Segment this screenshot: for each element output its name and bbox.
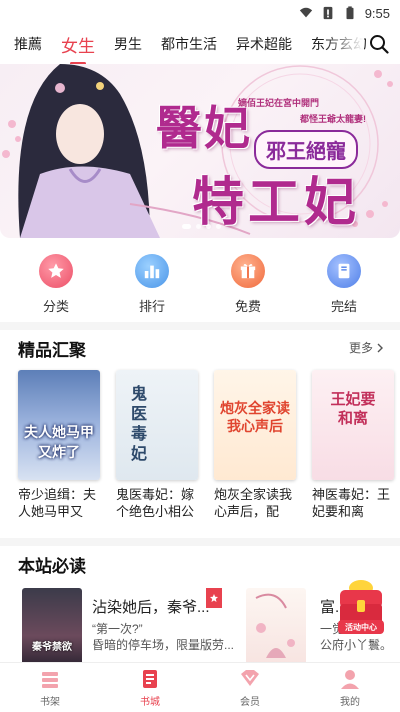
book-cover: 秦爷禁欲 — [22, 588, 82, 668]
pagination-dot[interactable] — [196, 224, 201, 229]
nav-label: 书架 — [40, 696, 60, 708]
pagination-dot[interactable] — [182, 224, 191, 229]
promo-banner[interactable]: 嫡佰王妃在宮中開門 都怪王爺太龍妻! 醫妃 邪王絕寵 特工妃 — [0, 64, 400, 238]
tab-supernatural[interactable]: 异术超能 — [236, 34, 292, 54]
bookshelf-icon — [42, 671, 58, 688]
must-read-item[interactable]: 秦爷禁欲 沾染她后，秦爷... “第一次?” 昏暗的停车场，限量版劳... — [18, 588, 234, 668]
nav-bookstore[interactable]: 书城 — [110, 668, 190, 708]
nav-label: 书城 — [140, 696, 160, 708]
book-item[interactable]: 鬼医毒妃 鬼医毒妃：嫁个绝色小相公 — [116, 370, 198, 520]
featured-book-list: 夫人她马甲又炸了 帝少追缉：夫人她马甲又炸... 鬼医毒妃 鬼医毒妃：嫁个绝色小… — [18, 370, 394, 520]
battery-icon — [346, 6, 354, 20]
cover-illustration — [255, 593, 295, 658]
book-excerpt-line2: 昏暗的停车场，限量版劳... — [92, 638, 235, 652]
nav-label: 我的 — [340, 696, 360, 708]
book-cover — [246, 588, 306, 668]
book-title: 神医毒妃：王妃要和离 — [312, 487, 391, 519]
book-excerpt-line2: 公府小丫鬟。 — [320, 638, 393, 652]
pagination-dot[interactable] — [206, 224, 211, 229]
section-divider — [0, 538, 400, 546]
wifi-icon — [299, 7, 312, 18]
chevron-right-icon — [377, 343, 383, 352]
search-button[interactable] — [368, 33, 390, 55]
book-title: 鬼医毒妃：嫁个绝色小相公 — [116, 487, 195, 519]
book-item[interactable]: 夫人她马甲又炸了 帝少追缉：夫人她马甲又炸... — [18, 370, 100, 520]
book-item[interactable]: 炮灰全家读我心声后 炮灰全家读我心声后，配角... — [214, 370, 296, 520]
quick-entry-label: 分类 — [42, 299, 69, 314]
tabs-fade — [324, 26, 364, 62]
bookstore-icon — [143, 669, 157, 688]
book-cover: 鬼医毒妃 — [116, 370, 198, 480]
section-divider — [0, 322, 400, 330]
quick-entry-ranking[interactable]: 排行 — [112, 254, 192, 315]
cover-title: 秦爷禁欲 — [32, 642, 72, 653]
book-icon — [327, 254, 361, 288]
tab-male[interactable]: 男生 — [114, 34, 142, 54]
pagination-dot[interactable] — [216, 224, 221, 229]
book-title: 炮灰全家读我心声后，配角... — [214, 487, 293, 519]
quick-entry-category[interactable]: 分类 — [16, 254, 96, 315]
bookmark-icon — [210, 594, 218, 602]
quick-entry-label: 完结 — [330, 299, 357, 314]
book-title: 沾染她后，秦爷... — [92, 599, 210, 616]
tab-urban[interactable]: 都市生活 — [161, 34, 217, 54]
cover-title: 鬼医毒妃 — [130, 384, 147, 463]
nav-vip[interactable]: 会员 — [210, 668, 290, 708]
book-cover: 王妃要和离 — [312, 370, 394, 480]
book-item[interactable]: 王妃要和离 神医毒妃：王妃要和离 — [312, 370, 394, 520]
must-read-section-title: 本站必读 — [18, 557, 86, 576]
tab-female[interactable]: 女生 — [61, 32, 95, 57]
vip-icon — [241, 669, 259, 686]
more-link[interactable]: 更多 — [349, 339, 384, 356]
book-excerpt-line1: “第一次?” — [92, 622, 143, 636]
activity-center-button[interactable]: 活动中心 — [334, 578, 388, 638]
tab-recommend[interactable]: 推薦 — [14, 34, 42, 54]
status-bar: 9:55 — [0, 0, 400, 26]
banner-tagline-2: 都怪王爺太龍妻! — [300, 114, 366, 124]
sim-icon — [323, 6, 333, 20]
ranking-icon — [135, 254, 169, 288]
cover-title: 炮灰全家读我心声后 — [220, 401, 290, 435]
book-cover: 夫人她马甲又炸了 — [18, 370, 100, 480]
nav-label: 会员 — [240, 696, 260, 708]
banner-title-line1: 醫妃 — [156, 101, 252, 155]
status-time: 9:55 — [364, 5, 390, 21]
gift-icon — [231, 254, 265, 288]
featured-section-title: 精品汇聚 — [18, 341, 86, 360]
cover-title: 王妃要和离 — [330, 390, 376, 427]
more-label: 更多 — [348, 341, 373, 355]
nav-profile[interactable]: 我的 — [310, 668, 390, 708]
quick-entry-finished[interactable]: 完结 — [304, 254, 384, 315]
profile-icon — [341, 669, 359, 689]
quick-entries: 分类 排行 免费 完结 — [0, 254, 400, 315]
banner-pagination — [182, 224, 221, 229]
bookmark-flag — [206, 588, 222, 608]
nav-bookshelf[interactable]: 书架 — [10, 668, 90, 708]
bottom-navigation: 书架 书城 会员 我的 — [0, 662, 400, 712]
category-tabs: 推薦 女生 男生 都市生活 异术超能 东方玄幻 — [0, 26, 400, 62]
book-title: 帝少追缉：夫人她马甲又炸... — [18, 487, 97, 519]
book-cover: 炮灰全家读我心声后 — [214, 370, 296, 480]
cover-title: 夫人她马甲又炸了 — [24, 425, 94, 461]
quick-entry-label: 排行 — [138, 299, 165, 314]
star-icon — [39, 254, 73, 288]
quick-entry-label: 免费 — [234, 299, 261, 314]
search-icon — [370, 35, 389, 54]
promo-label: 活动中心 — [345, 623, 377, 632]
quick-entry-free[interactable]: 免费 — [208, 254, 288, 315]
